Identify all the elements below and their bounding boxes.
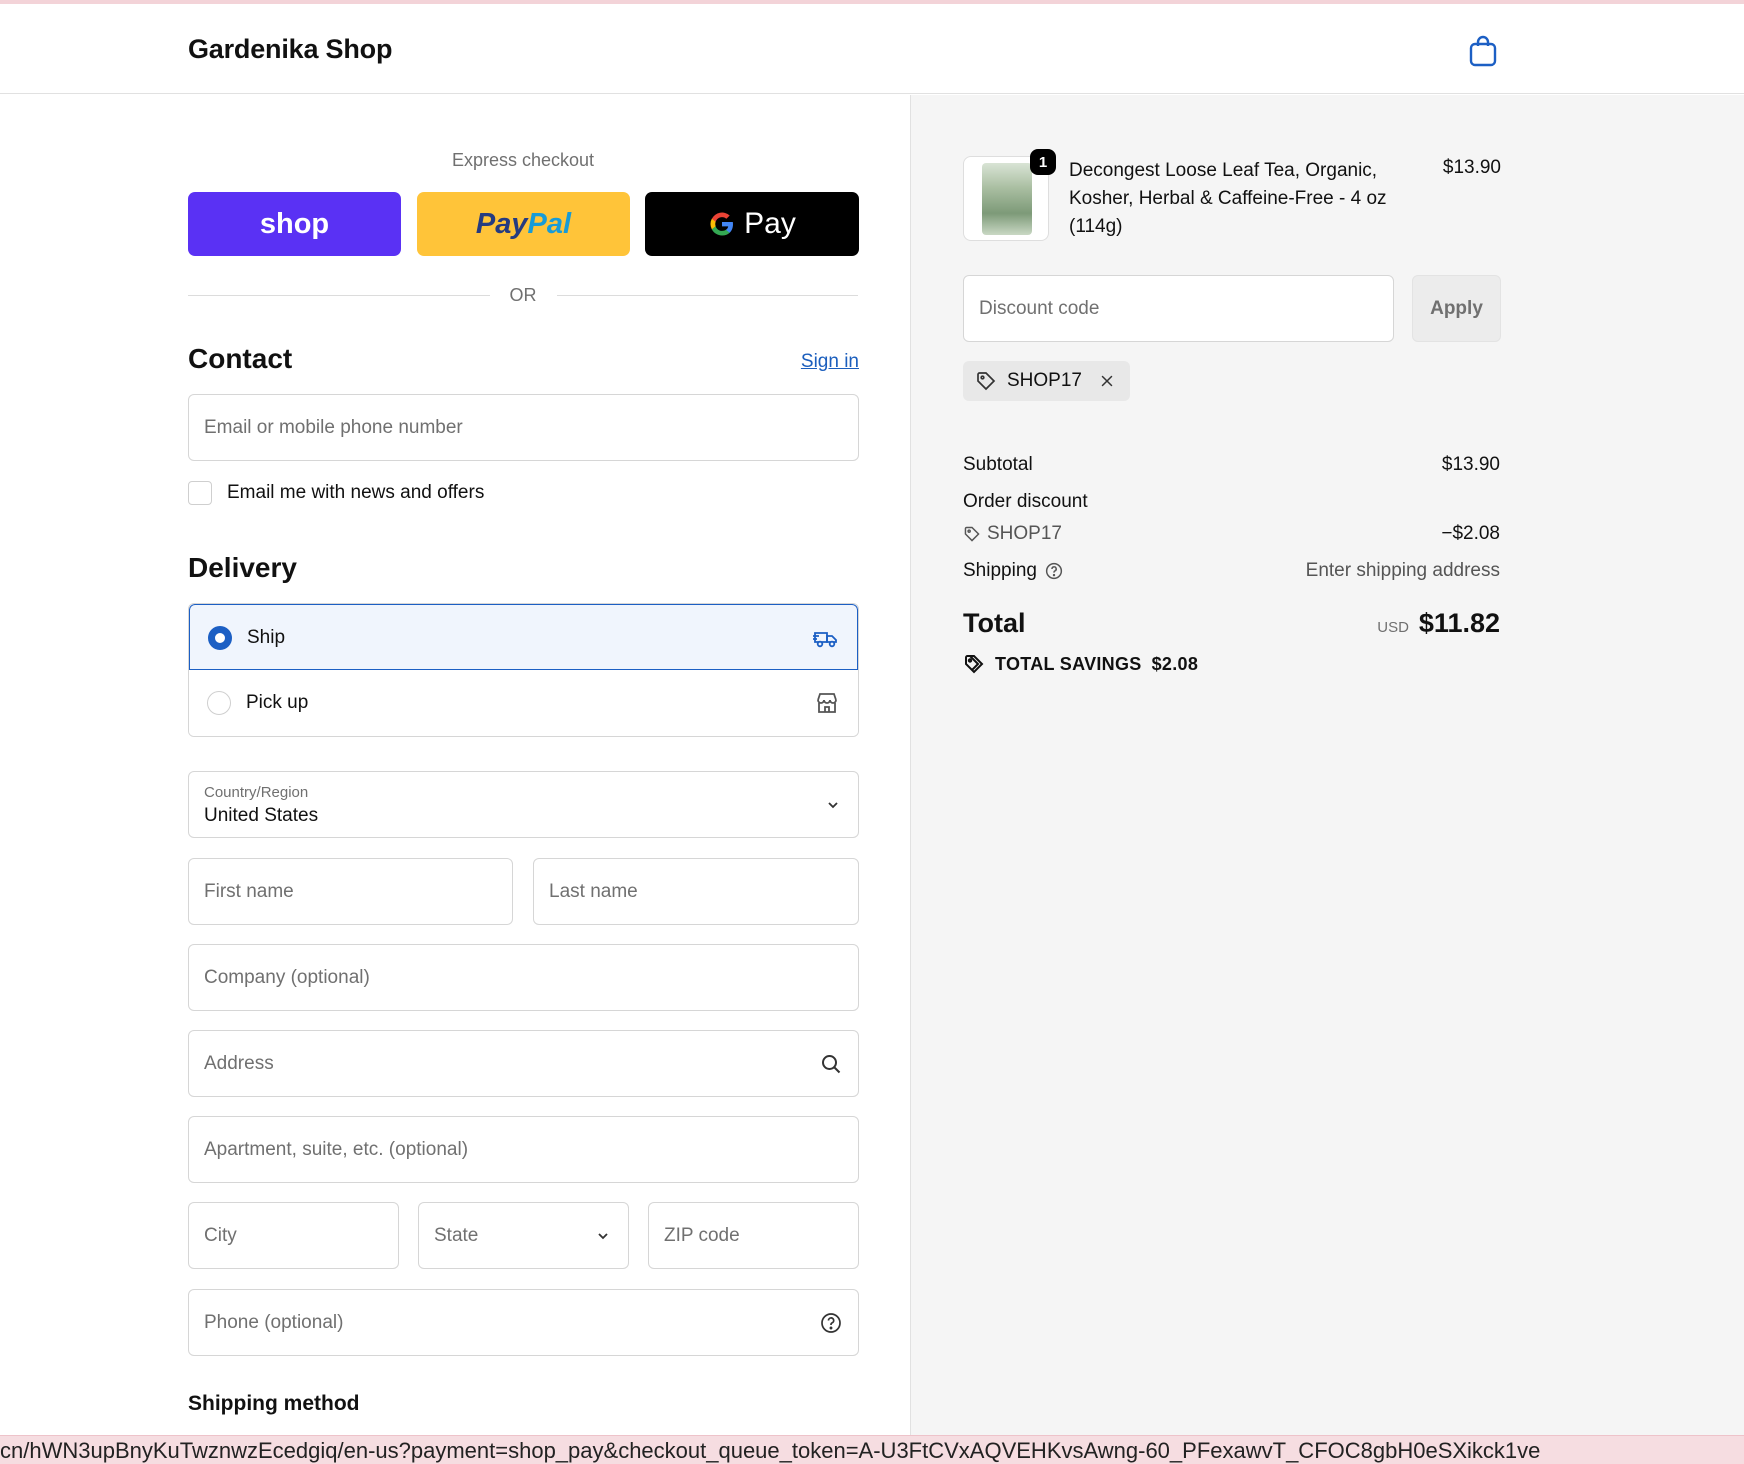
shop-pay-label: shop [259,207,330,240]
shipping-method-heading: Shipping method [188,1392,360,1415]
applied-code-label: SHOP17 [1007,370,1082,391]
store-icon [817,693,837,713]
or-label: OR [509,284,537,305]
tag-icon [964,526,980,542]
email-placeholder: Email or mobile phone number [204,417,463,438]
city-placeholder: City [204,1225,237,1246]
newsletter-checkbox[interactable] [188,481,212,505]
savings-value: $2.08 [1151,653,1199,674]
discount-code-input[interactable]: Discount code [963,275,1394,342]
help-circle-icon[interactable] [1045,562,1063,580]
delivery-method-group: Ship Pick up [188,603,859,737]
delivery-option-ship[interactable]: Ship [189,604,858,670]
apartment-field[interactable]: Apartment, suite, etc. (optional) [188,1116,859,1183]
site-header: Gardenika Shop [0,4,1744,94]
delivery-option-pickup[interactable]: Pick up [189,670,858,736]
currency-code: USD [1377,619,1409,636]
apply-discount-button[interactable]: Apply [1412,275,1501,342]
paypal-label-pay: Pay [475,207,528,240]
discount-code-placeholder: Discount code [979,298,1100,319]
order-summary-panel: 1 Decongest Loose Leaf Tea, Organic, Kos… [910,95,1744,1435]
first-name-field[interactable]: First name [188,858,513,925]
tea-bag-image [982,163,1032,235]
zip-code-field[interactable]: ZIP code [648,1202,859,1269]
ship-label: Ship [247,627,286,648]
phone-field[interactable]: Phone (optional) [188,1289,859,1356]
shipping-label: Shipping [963,560,1037,581]
discount-code-label: SHOP17 [987,523,1062,544]
total-value: $11.82 [1418,608,1500,638]
contact-heading: Contact [188,343,293,374]
savings-label: TOTAL SAVINGS [995,653,1142,674]
truck-icon [813,632,837,648]
sign-in-link[interactable]: Sign in [801,351,859,373]
shipping-row: Shipping [963,560,1063,582]
chevron-down-icon [598,1233,608,1240]
tag-icon [977,372,996,391]
company-placeholder: Company (optional) [204,967,370,988]
city-field[interactable]: City [188,1202,399,1269]
product-price: $13.90 [1442,157,1501,178]
paypal-button[interactable]: Pay Pal [417,192,630,256]
state-select[interactable]: State [418,1202,629,1269]
phone-placeholder: Phone (optional) [204,1312,344,1333]
delivery-heading: Delivery [188,552,297,583]
country-select[interactable]: Country/Region United States [188,771,859,838]
or-divider: OR [188,283,858,307]
first-name-placeholder: First name [204,881,294,902]
newsletter-label: Email me with news and offers [227,482,485,503]
chevron-down-icon [828,802,838,809]
divider-line [188,294,490,296]
zip-code-placeholder: ZIP code [664,1225,740,1246]
quantity-badge: 1 [1030,149,1056,175]
apartment-placeholder: Apartment, suite, etc. (optional) [204,1139,469,1160]
country-label: Country/Region [204,784,309,801]
google-pay-button[interactable]: Pay [645,192,859,256]
subtotal-label: Subtotal [963,454,1033,475]
paypal-label-pal: Pal [527,207,572,240]
express-checkout-title: Express checkout [451,150,595,170]
address-placeholder: Address [204,1053,274,1074]
google-pay-label: Pay [744,207,796,240]
discount-value: −$2.08 [1441,523,1500,544]
total-label: Total [963,608,1026,638]
pickup-radio[interactable] [207,691,231,715]
email-field[interactable]: Email or mobile phone number [188,394,859,461]
subtotal-value: $13.90 [1441,454,1500,475]
company-field[interactable]: Company (optional) [188,944,859,1011]
help-circle-icon[interactable] [820,1312,842,1334]
total-savings-row: TOTAL SAVINGS $2.08 [963,653,1198,675]
last-name-placeholder: Last name [549,881,638,902]
product-thumbnail: 1 [963,149,1056,241]
order-discount-label: Order discount [963,491,1088,512]
shopping-bag-icon[interactable] [1468,34,1498,68]
shipping-value: Enter shipping address [1305,560,1500,581]
address-field[interactable]: Address [188,1030,859,1097]
savings-tag-icon [965,655,984,674]
discount-code-row: SHOP17 [963,523,1062,545]
pickup-label: Pick up [246,692,309,713]
divider-line [556,294,858,296]
applied-discount-chip: SHOP17 [963,361,1130,401]
product-name: Decongest Loose Leaf Tea, Organic, Koshe… [1069,160,1387,237]
checkout-form-panel: Express checkout shop Pay Pal Pay OR Cont… [0,95,910,1435]
total-amount: USD $11.82 [1377,608,1500,639]
state-placeholder: State [434,1225,479,1246]
ship-radio[interactable] [208,626,232,650]
last-name-field[interactable]: Last name [533,858,859,925]
status-url-bar: cn/hWN3upBnyKuTwznwzEcedgiq/en-us?paymen… [0,1435,1744,1464]
google-g-icon [710,212,734,236]
country-value: United States [204,805,319,826]
close-icon[interactable] [1098,372,1116,390]
shop-pay-button[interactable]: shop [188,192,401,256]
search-icon [822,1055,841,1074]
shop-brand-title[interactable]: Gardenika Shop [188,34,392,65]
